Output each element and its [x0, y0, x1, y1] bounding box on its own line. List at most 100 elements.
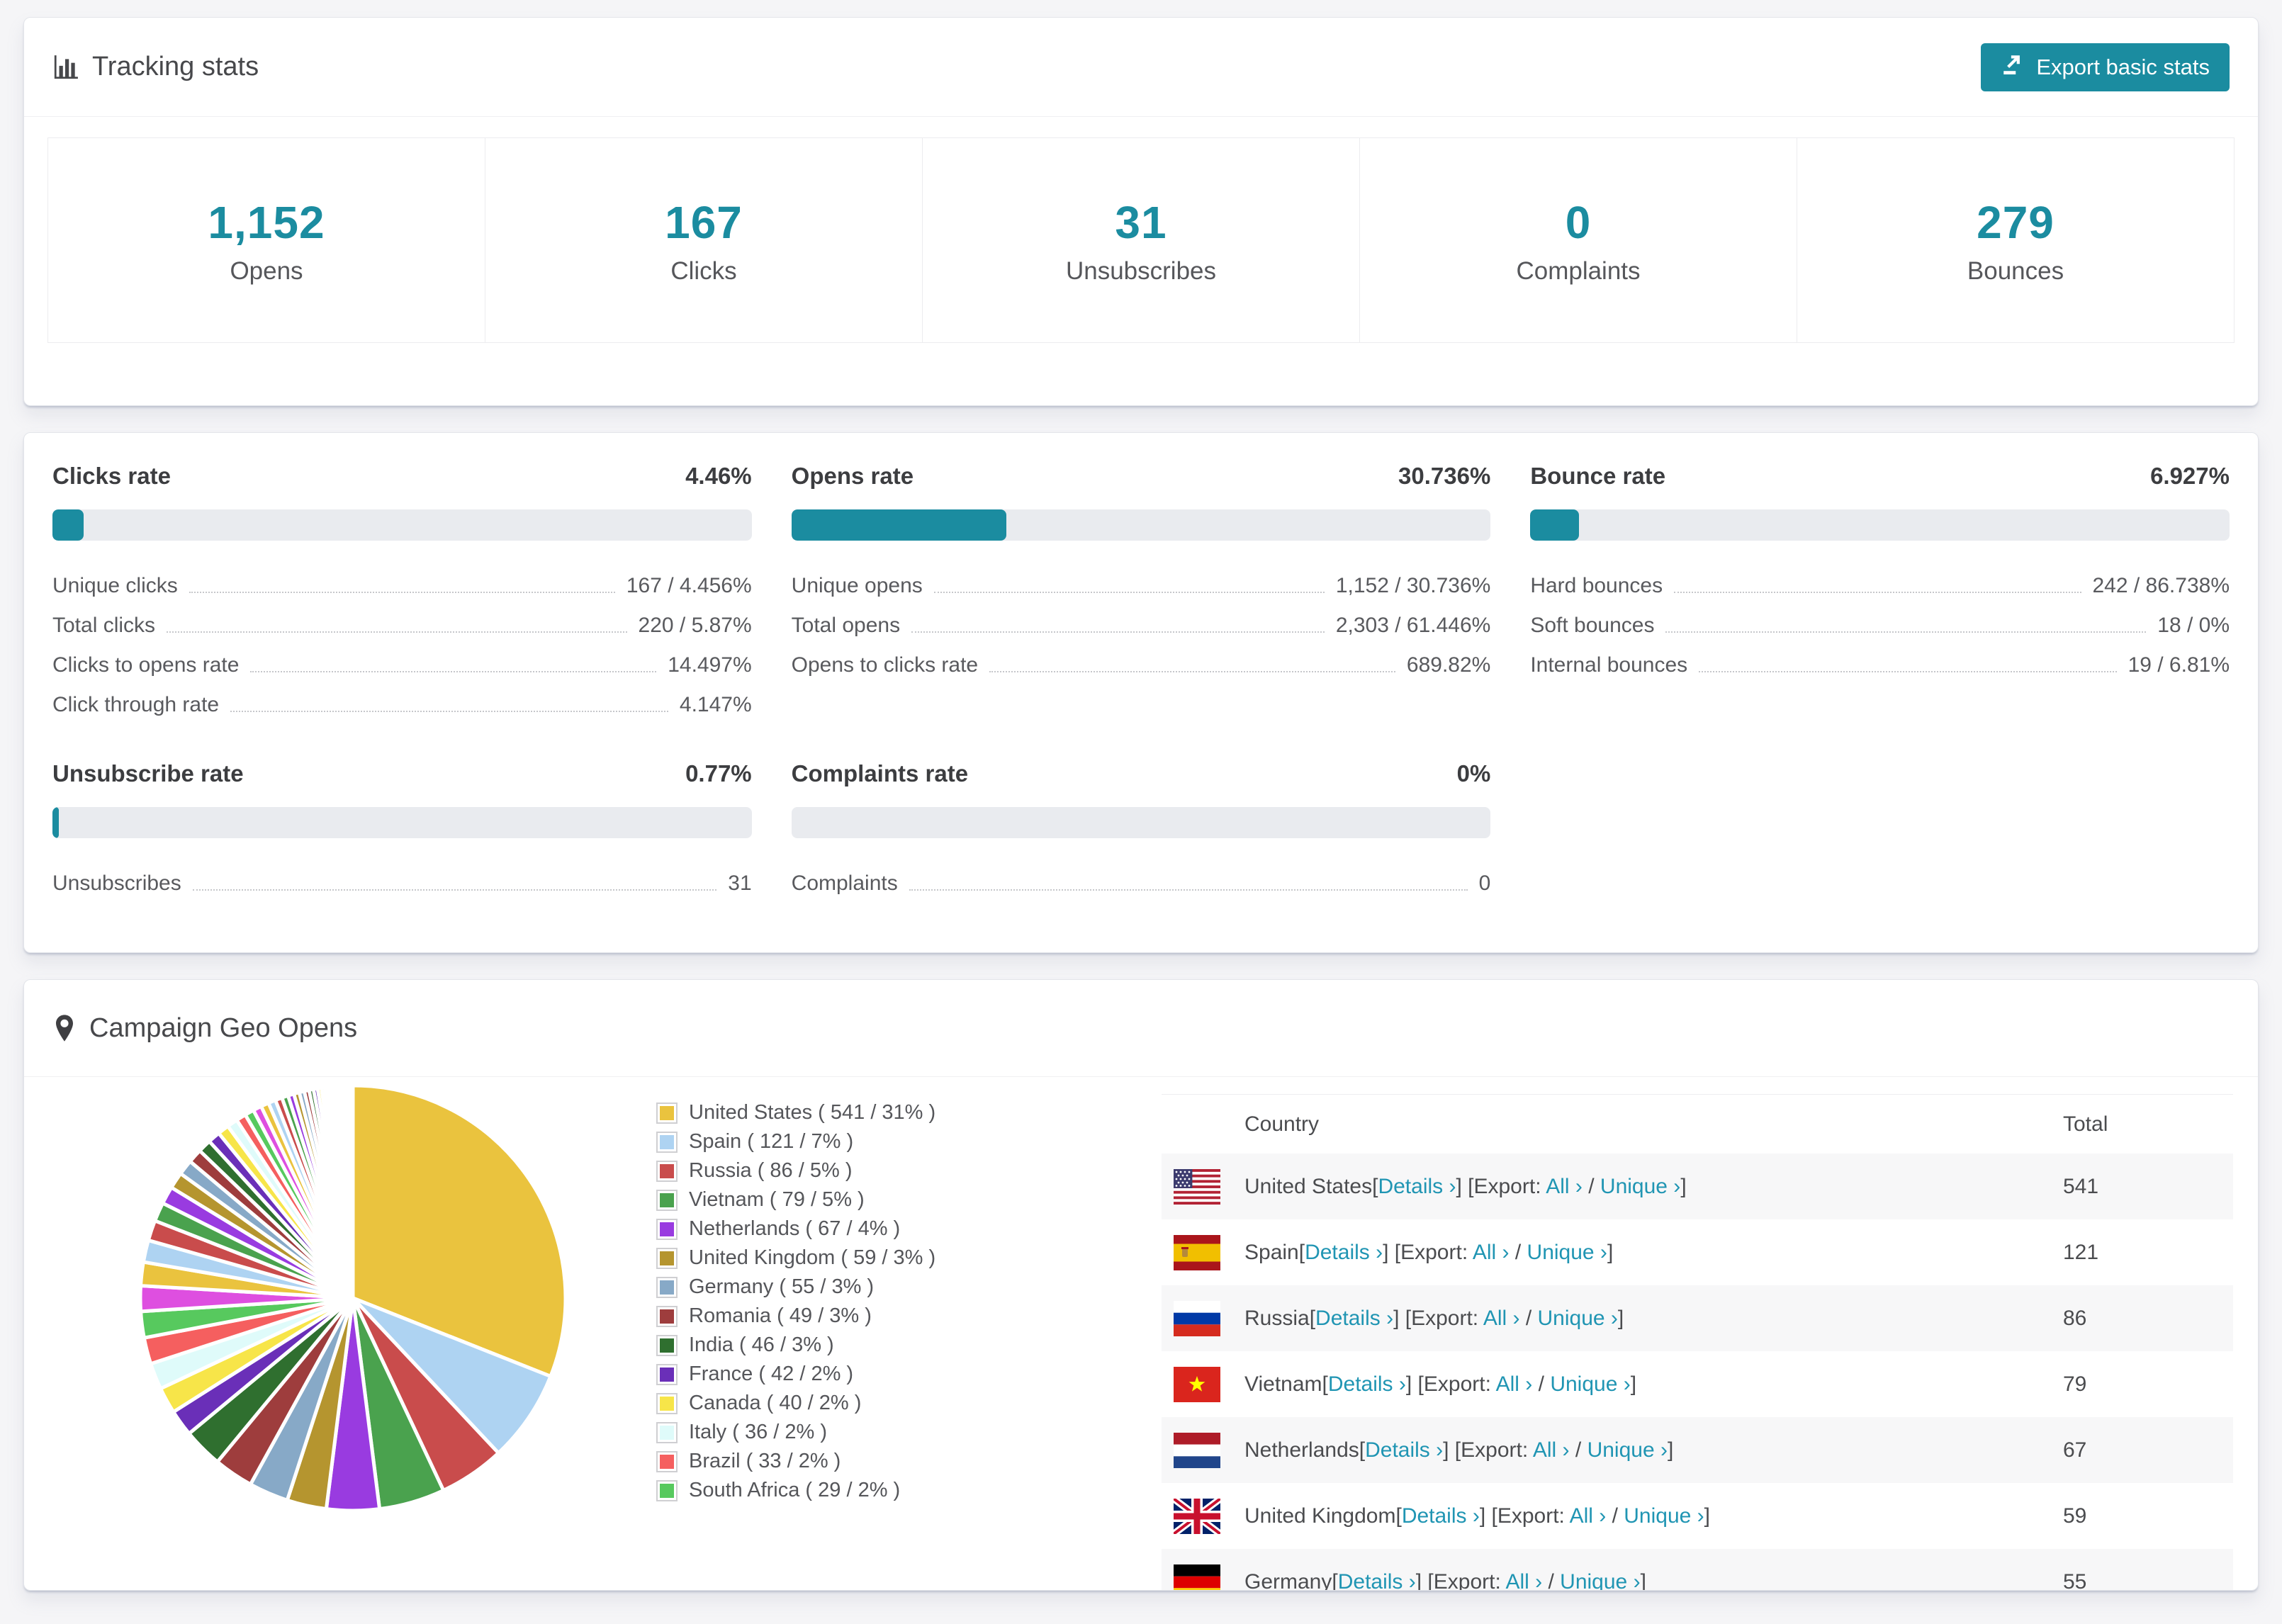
legend-label: United Kingdom ( 59 / 3% ) — [689, 1246, 936, 1269]
rate-head-opens-rate: Opens rate 30.736% — [792, 463, 1491, 490]
stat-box-clicks: 167 Clicks — [485, 138, 922, 342]
rate-head-unsubscribe-rate: Unsubscribe rate 0.77% — [52, 760, 752, 787]
country-links: [Details ›] [Export: All › / Unique ›] — [1332, 1570, 1646, 1591]
legend-item-united-kingdom[interactable]: United Kingdom ( 59 / 3% ) — [656, 1244, 935, 1273]
legend-swatch — [656, 1392, 678, 1414]
dashboard-page: Tracking stats Export basic stats 1,152 O… — [0, 0, 2282, 1624]
export-all-link-germany[interactable]: All › — [1505, 1570, 1542, 1591]
geo-table-row-vietnam: Vietnam [Details ›] [Export: All › / Uni… — [1162, 1351, 2233, 1417]
geo-table-cell-total: 79 — [2063, 1372, 2087, 1396]
flag-vn-icon — [1174, 1366, 1220, 1402]
legend-swatch — [656, 1305, 678, 1327]
legend-item-canada[interactable]: Canada ( 40 / 2% ) — [656, 1389, 935, 1418]
geo-pie-chart[interactable] — [119, 1064, 587, 1532]
country-name: Netherlands — [1244, 1438, 1359, 1462]
map-pin-icon — [52, 1014, 77, 1042]
export-all-link-vietnam[interactable]: All › — [1496, 1372, 1533, 1396]
legend-item-netherlands[interactable]: Netherlands ( 67 / 4% ) — [656, 1214, 935, 1244]
rate-row-internal-bounces: Internal bounces 19 / 6.81% — [1530, 645, 2230, 685]
geo-table-cell-country: Netherlands [Details ›] [Export: All › /… — [1162, 1432, 2063, 1468]
rate-row-value: 0 — [1478, 872, 1491, 895]
legend-item-united-states[interactable]: United States ( 541 / 31% ) — [656, 1098, 935, 1127]
details-link-russia[interactable]: Details › — [1315, 1307, 1393, 1330]
legend-label: Canada ( 40 / 2% ) — [689, 1392, 862, 1414]
stat-label-bounces: Bounces — [1967, 257, 2064, 285]
details-link-germany[interactable]: Details › — [1338, 1570, 1416, 1591]
geo-table-header-country: Country — [1244, 1112, 1320, 1136]
details-link-netherlands[interactable]: Details › — [1365, 1438, 1443, 1462]
export-all-link-united-kingdom[interactable]: All › — [1570, 1504, 1607, 1528]
rate-value: 4.46% — [685, 463, 752, 489]
rates-row-top: Clicks rate 4.46% Unique clicks 167 / 4.456… — [52, 463, 2230, 725]
export-all-link-russia[interactable]: All › — [1483, 1307, 1520, 1330]
legend-item-india[interactable]: India ( 46 / 3% ) — [656, 1331, 935, 1360]
progress-bar-unsubscribe-rate — [52, 807, 752, 838]
legend-item-france[interactable]: France ( 42 / 2% ) — [656, 1360, 935, 1389]
legend-item-germany[interactable]: Germany ( 55 / 3% ) — [656, 1273, 935, 1302]
details-link-spain[interactable]: Details › — [1305, 1241, 1383, 1264]
geo-table-cell-country: United Kingdom [Details ›] [Export: All … — [1162, 1498, 2063, 1534]
geo-table-row-spain: Spain [Details ›] [Export: All › / Uniqu… — [1162, 1219, 2233, 1285]
rate-row-value: 167 / 4.456% — [626, 574, 752, 597]
stat-label-opens: Opens — [230, 257, 303, 285]
pie-slice-other[interactable] — [349, 1083, 355, 1300]
geo-table-row-netherlands: Netherlands [Details ›] [Export: All › /… — [1162, 1417, 2233, 1483]
legend-item-vietnam[interactable]: Vietnam ( 79 / 5% ) — [656, 1185, 935, 1214]
export-all-link-spain[interactable]: All › — [1473, 1241, 1510, 1264]
rate-section-unsubscribe-rate: Unsubscribe rate 0.77% Unsubscribes 31 — [52, 760, 752, 903]
legend-label: South Africa ( 29 / 2% ) — [689, 1479, 901, 1501]
legend-label: Italy ( 36 / 2% ) — [689, 1421, 828, 1443]
export-unique-link-germany[interactable]: Unique › — [1560, 1570, 1640, 1591]
legend-swatch — [656, 1189, 678, 1211]
legend-item-italy[interactable]: Italy ( 36 / 2% ) — [656, 1418, 935, 1447]
flag-es-icon — [1174, 1234, 1220, 1270]
tracking-stats-title-group: Tracking stats — [52, 52, 259, 82]
legend-swatch — [656, 1334, 678, 1356]
stat-value-unsubscribes: 31 — [1115, 197, 1167, 248]
export-unique-link-netherlands[interactable]: Unique › — [1587, 1438, 1668, 1462]
rate-value: 30.736% — [1398, 463, 1491, 489]
export-all-link-united-states[interactable]: All › — [1546, 1175, 1583, 1198]
dotted-leader — [167, 631, 627, 633]
country-links: [Details ›] [Export: All › / Unique ›] — [1395, 1504, 1711, 1528]
export-unique-link-vietnam[interactable]: Unique › — [1550, 1372, 1630, 1396]
legend-item-south-africa[interactable]: South Africa ( 29 / 2% ) — [656, 1476, 935, 1505]
flag-ru-icon — [1174, 1300, 1220, 1336]
rate-row-value: 31 — [728, 872, 752, 895]
dotted-leader — [250, 671, 657, 672]
export-unique-link-spain[interactable]: Unique › — [1527, 1241, 1607, 1264]
stat-value-clicks: 167 — [665, 197, 743, 248]
geo-opens-table: Country Total United States [Details ›] [E… — [1162, 1094, 2233, 1591]
rate-detail-rows: Complaints 0 — [792, 864, 1491, 903]
details-link-vietnam[interactable]: Details › — [1328, 1372, 1406, 1396]
rate-row-value: 18 / 0% — [2157, 614, 2230, 637]
campaign-geo-body: United States ( 541 / 31% ) Spain ( 121 /… — [24, 1077, 2258, 1590]
rate-detail-rows: Unsubscribes 31 — [52, 864, 752, 903]
progress-fill — [1530, 509, 1579, 541]
rate-title: Unsubscribe rate — [52, 760, 244, 786]
legend-item-spain[interactable]: Spain ( 121 / 7% ) — [656, 1127, 935, 1156]
rate-row-value: 2,303 / 61.446% — [1335, 614, 1491, 637]
country-name: Germany — [1244, 1569, 1332, 1591]
rate-head-clicks-rate: Clicks rate 4.46% — [52, 463, 752, 490]
details-link-united-kingdom[interactable]: Details › — [1402, 1504, 1480, 1528]
export-unique-link-united-states[interactable]: Unique › — [1600, 1175, 1680, 1198]
geo-table-cell-total: 55 — [2063, 1569, 2087, 1591]
details-link-united-states[interactable]: Details › — [1378, 1175, 1456, 1198]
export-unique-link-united-kingdom[interactable]: Unique › — [1624, 1504, 1704, 1528]
geo-table-cell-total: 121 — [2063, 1240, 2099, 1264]
legend-item-russia[interactable]: Russia ( 86 / 5% ) — [656, 1156, 935, 1185]
export-unique-link-russia[interactable]: Unique › — [1538, 1307, 1618, 1330]
legend-item-brazil[interactable]: Brazil ( 33 / 2% ) — [656, 1447, 935, 1476]
export-basic-stats-button[interactable]: Export basic stats — [1981, 43, 2230, 91]
rate-title: Complaints rate — [791, 760, 969, 786]
legend-item-romania[interactable]: Romania ( 49 / 3% ) — [656, 1302, 935, 1331]
rate-row-label: Total opens — [791, 614, 901, 637]
rate-row-label: Unsubscribes — [52, 872, 181, 895]
export-all-link-netherlands[interactable]: All › — [1533, 1438, 1570, 1462]
country-name: United States — [1244, 1174, 1373, 1198]
rate-row-value: 242 / 86.738% — [2092, 574, 2230, 597]
rate-row-label: Click through rate — [52, 693, 220, 716]
legend-label: Brazil ( 33 / 2% ) — [689, 1450, 841, 1472]
geo-table-cell-country: Vietnam [Details ›] [Export: All › / Uni… — [1162, 1366, 2063, 1402]
